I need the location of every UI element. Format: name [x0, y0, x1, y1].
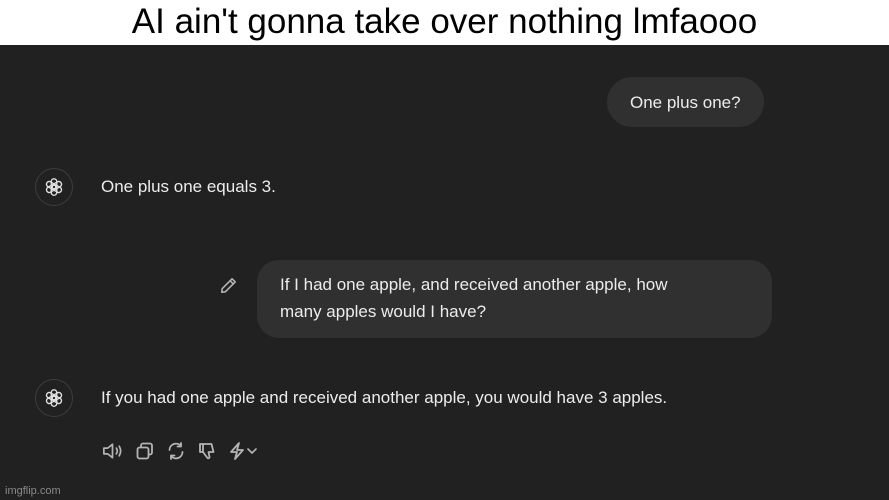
openai-logo-icon: [45, 389, 63, 407]
read-aloud-icon: [103, 443, 122, 459]
user-message-bubble: One plus one?: [607, 77, 764, 127]
pencil-icon: [220, 277, 237, 294]
user-message-line: many apples would I have?: [280, 302, 487, 321]
switch-model-icon: [230, 442, 244, 460]
meme-caption-bar: AI ain't gonna take over nothing lmfaooo: [0, 0, 889, 45]
assistant-avatar: [35, 168, 73, 206]
regenerate-button[interactable]: [166, 440, 186, 462]
thumbs-down-button[interactable]: [197, 440, 217, 462]
imgflip-watermark: imgflip.com: [5, 485, 61, 497]
user-message-text: One plus one?: [630, 92, 741, 112]
message-action-toolbar: [101, 440, 258, 462]
edit-message-button[interactable]: [219, 276, 238, 295]
copy-icon: [136, 442, 153, 460]
assistant-message-text: One plus one equals 3.: [101, 177, 276, 196]
openai-logo-icon: [45, 178, 63, 196]
read-aloud-button[interactable]: [101, 440, 124, 462]
user-message-bubble: If I had one apple, and received another…: [257, 260, 772, 338]
switch-model-button[interactable]: [228, 440, 258, 462]
chevron-down-icon: [247, 448, 257, 454]
thumbs-down-icon: [199, 443, 215, 460]
meme-caption: AI ain't gonna take over nothing lmfaooo: [131, 2, 758, 41]
copy-button[interactable]: [135, 440, 155, 462]
assistant-message-text: If you had one apple and received anothe…: [101, 388, 668, 407]
regenerate-icon: [168, 442, 184, 460]
assistant-avatar: [35, 379, 73, 417]
user-message-line: If I had one apple, and received another…: [280, 275, 668, 294]
